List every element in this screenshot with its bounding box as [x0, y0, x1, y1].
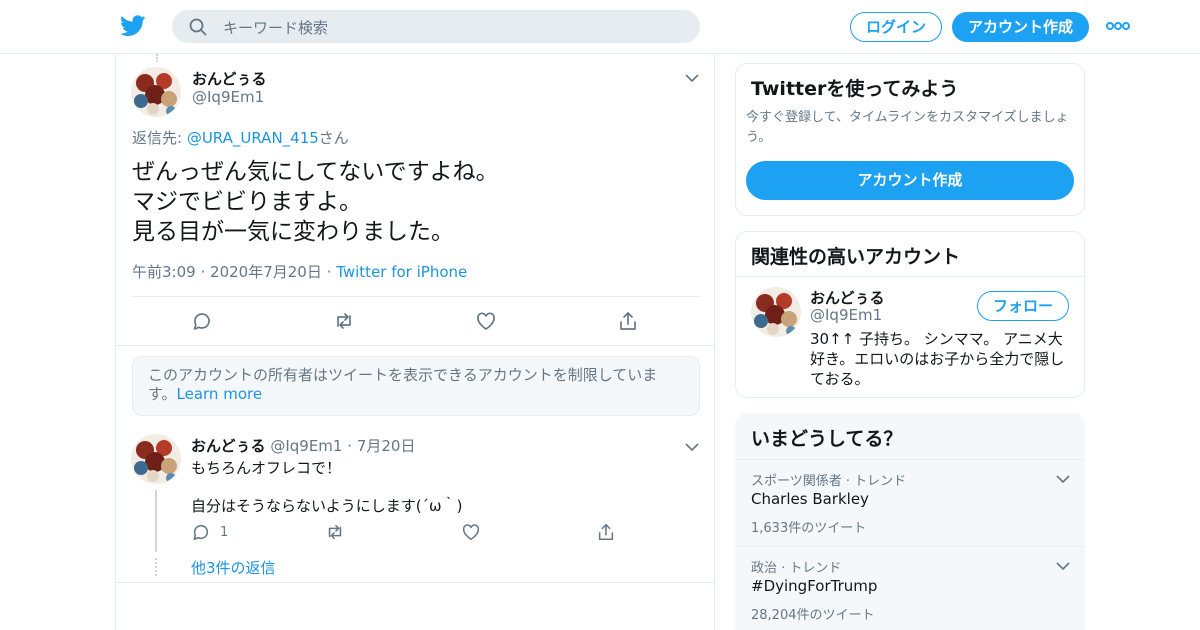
learn-more-link[interactable]: Learn more [177, 385, 263, 403]
signup-card-description: 今すぐ登録して、タイムラインをカスタマイズしましょう。 [746, 110, 1069, 145]
search-input[interactable]: キーワード検索 [223, 17, 328, 38]
reply-author-handle[interactable]: @Iq9Em1 [270, 437, 342, 455]
reply-to-line: 返信先: @URA_URAN_415さん [132, 129, 349, 147]
share-icon[interactable] [617, 310, 639, 332]
signup-button[interactable]: アカウント作成 [952, 12, 1089, 42]
tweet-author-name[interactable]: おんどぅる [192, 68, 267, 89]
top-bar: キーワード検索 ログイン アカウント作成 [0, 0, 1200, 54]
share-icon[interactable] [596, 522, 616, 542]
divider [116, 345, 714, 346]
thread-connector [156, 54, 158, 62]
reply-text-line: 自分はそうならないようにします(´ω｀) [191, 497, 463, 515]
avatar[interactable] [751, 287, 801, 337]
retweet-icon[interactable] [325, 522, 345, 542]
chevron-down-icon[interactable] [685, 442, 699, 452]
avatar[interactable] [131, 67, 181, 117]
main-timeline: おんどぅる @Iq9Em1 返信先: @URA_URAN_415さん ぜんっぜん… [115, 54, 715, 630]
trend-count: 28,204件のツイート [751, 608, 875, 623]
related-account-bio: 30↑↑ 子持ち。 シンママ。 アニメ大好き。エロいのはお子から全力で隠しておる… [810, 330, 1065, 388]
tweet-author-handle[interactable]: @Iq9Em1 [192, 88, 264, 106]
thread-connector [155, 490, 157, 552]
divider [116, 582, 714, 583]
protected-account-notice: このアカウントの所有者はツイートを表示できるアカウントを制限しています。Lear… [132, 356, 700, 416]
trend-name[interactable]: Charles Barkley [751, 490, 869, 508]
tweet-text-line: ぜんっぜん気にしてないですよね。 [132, 159, 499, 185]
reply-icon[interactable] [191, 522, 211, 542]
trend-name[interactable]: #DyingForTrump [751, 577, 877, 595]
trend-meta: スポーツ関係者 · トレンド [751, 474, 907, 489]
like-heart-icon[interactable] [461, 522, 481, 542]
thread-connector-dotted [155, 558, 157, 576]
reply-author-name[interactable]: おんどぅる [191, 437, 266, 455]
signup-card-button[interactable]: アカウント作成 [746, 161, 1074, 200]
related-account-name[interactable]: おんどぅる [810, 287, 885, 308]
tweet-text-line: マジでビビりますよ。 [132, 189, 362, 215]
divider [736, 459, 1084, 460]
search-box[interactable]: キーワード検索 [172, 10, 700, 43]
reply-header: おんどぅる @Iq9Em1 · 7月20日 [191, 437, 416, 455]
chevron-down-icon[interactable] [1056, 561, 1070, 571]
trends-title: いまどうしてる？ [751, 428, 903, 450]
avatar[interactable] [131, 434, 181, 484]
chevron-down-icon[interactable] [1056, 474, 1070, 484]
tweet-metadata: 午前3:09 · 2020年7月20日 · Twitter for iPhone [132, 263, 468, 281]
trend-count: 1,633件のツイート [751, 521, 867, 536]
tweet-date: 2020年7月20日 [210, 263, 322, 281]
more-dots-icon[interactable] [1106, 18, 1130, 34]
reply-count: 1 [220, 525, 229, 540]
divider [736, 546, 1084, 547]
trend-meta: 政治 · トレンド [751, 561, 842, 576]
reply-text-line: もちろんオフレコで！ [191, 459, 342, 477]
chevron-down-icon[interactable] [685, 73, 699, 83]
follow-button[interactable]: フォロー [977, 291, 1069, 321]
more-replies-link[interactable]: 他3件の返信 [191, 557, 276, 578]
login-button[interactable]: ログイン [850, 12, 942, 42]
related-accounts-card: 関連性の高いアカウント おんどぅる @Iq9Em1 フォロー 30↑↑ 子持ち。… [735, 231, 1085, 398]
tweet-text: ぜんっぜん気にしてないですよね。 マジでビビりますよ。 見る目が一気に変わりまし… [132, 157, 692, 247]
tweet-source-link[interactable]: Twitter for iPhone [336, 263, 467, 281]
divider [131, 296, 700, 297]
reply-mention-link[interactable]: @URA_URAN_415 [187, 129, 319, 147]
related-accounts-title: 関連性の高いアカウント [751, 246, 961, 268]
twitter-bird-icon[interactable] [120, 14, 146, 38]
tweet-time: 午前3:09 [132, 263, 196, 281]
trends-card: いまどうしてる？ スポーツ関係者 · トレンド Charles Barkley … [735, 413, 1085, 630]
reply-date[interactable]: 7月20日 [357, 437, 416, 455]
search-icon [189, 18, 207, 36]
related-account-handle[interactable]: @Iq9Em1 [810, 306, 882, 324]
tweet-text-line: 見る目が一気に変わりました。 [132, 219, 454, 245]
retweet-icon[interactable] [333, 310, 355, 332]
signup-card-title: Twitterを使ってみよう [751, 78, 959, 100]
divider [736, 276, 1084, 277]
signup-card: Twitterを使ってみよう 今すぐ登録して、タイムラインをカスタマイズしましょ… [735, 63, 1085, 216]
reply-icon[interactable] [191, 310, 213, 332]
like-heart-icon[interactable] [475, 310, 497, 332]
